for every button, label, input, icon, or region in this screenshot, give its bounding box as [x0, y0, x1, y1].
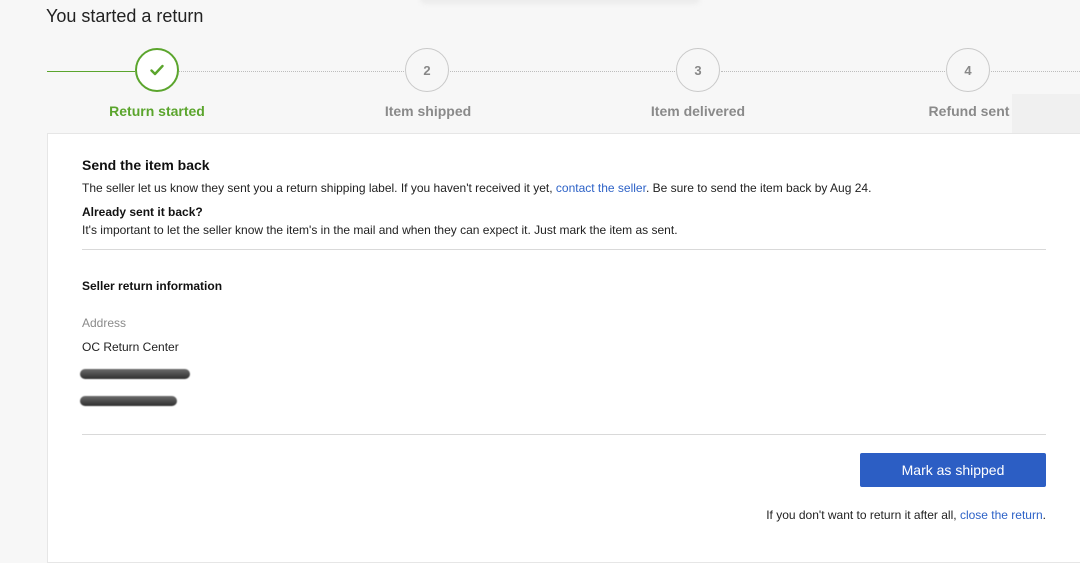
redacted-address-line — [80, 396, 177, 406]
send-by-date-text: . Be sure to send the item back by Aug 2… — [645, 181, 872, 195]
already-sent-text: It's important to let the seller know th… — [82, 223, 678, 237]
close-return-period: . — [1042, 508, 1046, 522]
mark-as-shipped-button[interactable]: Mark as shipped — [860, 453, 1046, 487]
step-1-label: Return started — [109, 103, 205, 119]
step-2-label: Item shipped — [384, 103, 472, 119]
progress-line-pending — [450, 71, 675, 72]
redacted-address-line — [80, 369, 190, 379]
checkmark-icon — [150, 64, 164, 76]
edge-shade — [1012, 94, 1080, 134]
already-sent-heading: Already sent it back? — [82, 205, 203, 219]
seller-return-info-heading: Seller return information — [82, 279, 223, 293]
top-shadow — [420, 0, 700, 4]
progress-line-pending — [721, 71, 945, 72]
step-2-circle: 2 — [405, 48, 449, 92]
close-return-note: If you don't want to return it after all… — [766, 508, 1046, 522]
return-details-card — [47, 133, 1080, 563]
contact-seller-link[interactable]: contact the seller — [556, 181, 646, 195]
progress-line-complete — [47, 71, 135, 72]
address-label: Address — [82, 316, 127, 330]
step-3-label: Item delivered — [650, 103, 746, 119]
progress-line-pending — [991, 71, 1080, 72]
step-4-circle: 4 — [946, 48, 990, 92]
close-return-text: If you don't want to return it after all… — [766, 508, 960, 522]
return-progress-tracker: 2 3 4 Return started Item shipped Item d… — [0, 40, 1080, 130]
close-return-link[interactable]: close the return — [960, 508, 1043, 522]
address-line-1: OC Return Center — [82, 340, 179, 354]
section-divider — [82, 434, 1046, 435]
page-title: You started a return — [46, 6, 204, 26]
step-1-complete-circle — [135, 48, 179, 92]
label-instructions-text: The seller let us know they sent you a r… — [82, 181, 556, 195]
progress-line-pending — [179, 71, 404, 72]
step-3-circle: 3 — [676, 48, 720, 92]
label-instructions: The seller let us know they sent you a r… — [82, 181, 871, 195]
send-item-back-heading: Send the item back — [82, 157, 210, 173]
section-divider — [82, 249, 1046, 250]
